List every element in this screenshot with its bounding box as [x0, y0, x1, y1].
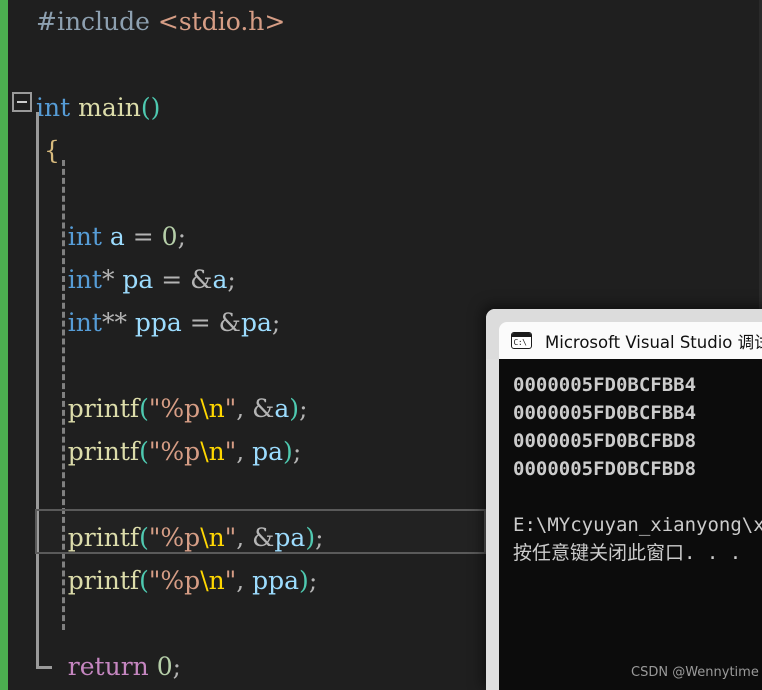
console-output-text: 0000005FD0BCFBB4 0000005FD0BCFBB4 0000005F… [513, 371, 762, 567]
code-token: , [236, 566, 253, 595]
code-token: int [67, 265, 102, 294]
code-line-decl-pa[interactable]: int* pa = &a; [0, 258, 762, 301]
console-cmd-icon-label: C:\ [513, 338, 527, 347]
code-token: 0 [161, 222, 178, 251]
console-titlebar[interactable] [486, 309, 762, 322]
console-cmd-icon: C:\ [511, 332, 532, 349]
code-token: = [153, 265, 191, 294]
code-token: int [67, 308, 102, 337]
code-token: pa [122, 265, 154, 294]
code-token: a [109, 222, 125, 251]
code-token: * [101, 265, 123, 294]
code-token: ; [172, 652, 182, 681]
code-token: = [124, 222, 162, 251]
code-token: " [224, 437, 237, 466]
code-token: { [36, 136, 60, 165]
code-token: printf [67, 437, 140, 466]
code-token: ; [299, 394, 308, 423]
code-token: \n [200, 523, 225, 552]
code-token: main [78, 93, 141, 122]
code-token: pa [274, 523, 306, 552]
console-line: 0000005FD0BCFBB4 [513, 402, 697, 424]
code-token: ; [177, 222, 186, 251]
code-token: printf [67, 394, 140, 423]
code-token: , [236, 523, 253, 552]
code-line-blank2[interactable] [0, 172, 762, 215]
code-token: "%p [148, 394, 201, 423]
code-token: ppa [252, 566, 300, 595]
code-token: ) [299, 566, 309, 595]
code-token: , [236, 437, 253, 466]
console-output-area[interactable]: 0000005FD0BCFBB4 0000005FD0BCFBB4 0000005F… [499, 359, 762, 690]
code-token: 0 [156, 652, 173, 681]
code-token: a [212, 265, 228, 294]
code-token: & [190, 265, 213, 294]
console-line: 0000005FD0BCFBB4 [513, 374, 697, 396]
scope-guide-line [36, 112, 39, 669]
code-line-open-brace[interactable]: { [0, 129, 762, 172]
code-token: & [252, 523, 275, 552]
code-token: "%p [148, 523, 201, 552]
console-window[interactable]: C:\ Microsoft Visual Studio 调试控制台 000000… [486, 309, 762, 690]
watermark-label: CSDN @Wennytime [631, 665, 759, 680]
code-line-main-signature[interactable]: int main() [0, 86, 762, 129]
code-token: printf [67, 523, 140, 552]
code-line-decl-a[interactable]: int a = 0; [0, 215, 762, 258]
indent-guide-line [62, 160, 65, 630]
code-token: pa [252, 437, 284, 466]
code-token: () [140, 93, 161, 122]
scope-guide-foot [36, 666, 52, 669]
code-token: " [224, 523, 237, 552]
code-token: " [224, 394, 237, 423]
code-line-blank1[interactable] [0, 43, 762, 86]
code-token: ( [139, 566, 149, 595]
code-token: & [218, 308, 241, 337]
code-token: & [252, 394, 275, 423]
code-token: \n [200, 437, 225, 466]
code-token: " [224, 566, 237, 595]
code-token: , [236, 394, 253, 423]
code-token: int [36, 93, 71, 122]
code-token: #include [36, 7, 158, 36]
code-token: ( [139, 437, 149, 466]
code-token: a [274, 394, 290, 423]
code-token: printf [67, 566, 140, 595]
code-token: ** [101, 308, 135, 337]
console-line: 按任意键关闭此窗口. . . [513, 542, 742, 564]
code-token: return [67, 652, 149, 681]
code-token: ; [292, 437, 302, 466]
code-token: ( [139, 523, 149, 552]
code-token: ; [271, 308, 281, 337]
code-token: ( [139, 394, 149, 423]
code-token: ) [289, 394, 300, 423]
collapse-minus-icon[interactable] [12, 92, 32, 112]
console-tabstrip: C:\ Microsoft Visual Studio 调试控制台 [486, 322, 762, 359]
code-token: ) [283, 437, 293, 466]
console-line: E:\MYcyuyan_xianyong\x64\Debug\MYcyuyan_… [513, 514, 762, 536]
code-token: <stdio.h> [157, 7, 286, 36]
code-token: ; [227, 265, 236, 294]
code-token: int [67, 222, 102, 251]
code-token: ; [315, 523, 324, 552]
code-token: \n [200, 394, 225, 423]
code-token: pa [240, 308, 272, 337]
code-line-include[interactable]: #include <stdio.h> [0, 0, 762, 43]
console-line: 0000005FD0BCFBD8 [513, 430, 697, 452]
code-token: ; [308, 566, 318, 595]
code-token: "%p [148, 566, 201, 595]
code-token: = [181, 308, 219, 337]
code-token: "%p [148, 437, 201, 466]
code-token: ppa [134, 308, 182, 337]
console-tab[interactable]: C:\ Microsoft Visual Studio 调试控制台 [499, 322, 762, 359]
code-token: ) [305, 523, 316, 552]
console-line: 0000005FD0BCFBD8 [513, 458, 697, 480]
console-tab-title: Microsoft Visual Studio 调试控制台 [545, 332, 762, 352]
code-token: \n [200, 566, 225, 595]
